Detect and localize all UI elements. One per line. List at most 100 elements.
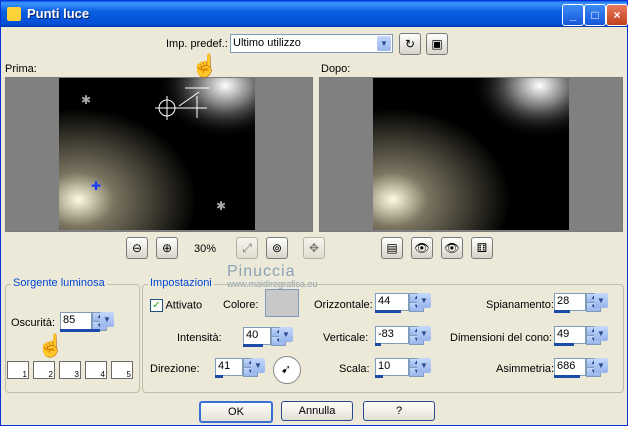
vertical-dropdown-button[interactable]: ▼ — [417, 326, 431, 341]
horizontal-value: 44 — [378, 295, 391, 307]
title-bar[interactable]: Punti luce _ □ × — [1, 1, 628, 27]
navigate-button[interactable]: ⊚ — [266, 237, 288, 259]
intensity-label: Intensità: — [177, 332, 222, 344]
asymmetry-level-bar — [554, 375, 580, 378]
minimize-button[interactable]: _ — [562, 4, 584, 26]
cone-size-level-bar — [554, 343, 574, 346]
refresh-icon: ↻ — [404, 37, 416, 51]
cone-size-value: 49 — [557, 328, 570, 340]
dialog-window: Punti luce _ □ × Imp. predef.: Ultimo ut… — [0, 0, 628, 426]
light-marker-icon[interactable]: ✱ — [216, 199, 226, 213]
asymmetry-label: Asimmetria: — [496, 363, 555, 375]
zoom-out-button[interactable]: ⊖ — [126, 237, 148, 259]
darkness-spinner[interactable]: 85 ▲ ▼ ▼ — [60, 312, 115, 332]
before-preview-image[interactable]: ✱ ✚ ✱ — [59, 78, 255, 230]
scale-dropdown-button[interactable]: ▼ — [417, 358, 431, 373]
scale-input[interactable]: 10 — [375, 358, 409, 376]
after-preview — [319, 77, 623, 232]
light-marker-icon[interactable]: ✱ — [81, 93, 91, 107]
scale-level-bar — [375, 375, 383, 378]
toggle-preview-button[interactable]: ▤ — [381, 237, 403, 259]
vertical-spinner[interactable]: -83 ▲ ▼ ▼ — [375, 326, 431, 346]
cone-size-dropdown-button[interactable]: ▼ — [594, 326, 608, 341]
help-button[interactable]: ? — [363, 401, 435, 421]
color-swatch[interactable] — [265, 289, 299, 317]
chevron-down-icon[interactable]: ▼ — [377, 36, 391, 51]
preset-label: Imp. predef.: — [166, 38, 228, 50]
direction-dial[interactable]: ➹ — [273, 356, 301, 384]
light-source-legend: Sorgente luminosa — [11, 277, 107, 289]
light-preset-1[interactable]: 1 — [7, 361, 29, 379]
zoom-level: 30% — [194, 243, 217, 255]
active-light-marker-icon[interactable]: ✚ — [91, 179, 101, 193]
horizontal-level-bar — [375, 310, 401, 313]
close-button[interactable]: × — [606, 4, 628, 26]
direction-value: 41 — [218, 360, 231, 372]
color-label: Colore: — [223, 299, 259, 311]
horizontal-input[interactable]: 44 — [375, 293, 409, 311]
ok-button[interactable]: OK — [199, 401, 273, 423]
cone-size-label: Dimensioni del cono: — [450, 332, 553, 344]
auto-proof-button[interactable]: 👁 — [441, 237, 463, 259]
magnifier-plus-icon: ⊕ — [161, 241, 173, 255]
eye-lock-icon: 👁 — [414, 241, 430, 255]
enabled-checkbox-wrap[interactable]: ✓ Attivato — [150, 299, 202, 312]
window-title: Punti luce — [27, 6, 90, 21]
maximize-button[interactable]: □ — [584, 4, 606, 26]
light-preset-5[interactable]: 5 — [111, 361, 133, 379]
save-preset-button[interactable]: ▣ — [426, 33, 448, 55]
before-label: Prima: — [5, 63, 37, 75]
after-label: Dopo: — [321, 63, 351, 75]
direction-spinner[interactable]: 41 ▲ ▼ ▼ — [215, 358, 265, 378]
darkness-input[interactable]: 85 — [60, 312, 92, 330]
intensity-dropdown-button[interactable]: ▼ — [279, 327, 293, 342]
horizontal-dropdown-button[interactable]: ▼ — [417, 293, 431, 308]
smoothing-dropdown-button[interactable]: ▼ — [594, 293, 608, 308]
preview-panel-icon: ▤ — [386, 241, 398, 255]
cancel-button[interactable]: Annulla — [281, 401, 353, 421]
proof-button[interactable]: 👁 — [411, 237, 433, 259]
dice-icon: ⚅ — [476, 241, 488, 255]
direction-dropdown-button[interactable]: ▼ — [251, 358, 265, 373]
vertical-label: Verticale: — [323, 332, 369, 344]
scale-spinner[interactable]: 10 ▲ ▼ ▼ — [375, 358, 431, 378]
horizontal-label: Orizzontale: — [314, 299, 373, 311]
smoothing-level-bar — [554, 310, 570, 313]
light-preset-4[interactable]: 4 — [85, 361, 107, 379]
asymmetry-dropdown-button[interactable]: ▼ — [594, 358, 608, 373]
asymmetry-value: 686 — [557, 360, 576, 372]
direction-needle-icon: ➹ — [281, 362, 292, 376]
randomize-button[interactable]: ⚅ — [471, 237, 493, 259]
pan-button[interactable]: ✥ — [303, 237, 325, 259]
smoothing-input[interactable]: 28 — [554, 293, 586, 311]
enabled-label: Attivato — [165, 299, 203, 312]
scale-label: Scala: — [339, 363, 370, 375]
darkness-dropdown-button[interactable]: ▼ — [100, 312, 114, 327]
cone-size-spinner[interactable]: 49 ▲ ▼ ▼ — [554, 326, 610, 346]
intensity-spinner[interactable]: 40 ▲ ▼ ▼ — [243, 327, 293, 347]
zoom-fit-button[interactable]: ⤢ — [236, 237, 258, 259]
app-icon — [7, 7, 21, 21]
darkness-value: 85 — [63, 314, 76, 326]
preset-dropdown[interactable]: Ultimo utilizzo ▼ — [230, 34, 393, 53]
light-preset-3[interactable]: 3 — [59, 361, 81, 379]
scale-value: 10 — [378, 360, 391, 372]
cone-size-input[interactable]: 49 — [554, 326, 586, 344]
light-preset-2[interactable]: 2 — [33, 361, 55, 379]
pointer-hand-icon: ☝ — [191, 53, 219, 78]
asymmetry-input[interactable]: 686 — [554, 358, 586, 376]
vertical-level-bar — [375, 343, 381, 346]
intensity-input[interactable]: 40 — [243, 327, 271, 345]
reset-preset-button[interactable]: ↻ — [399, 33, 421, 55]
after-preview-image — [373, 78, 569, 230]
magnifier-minus-icon: ⊖ — [131, 241, 143, 255]
before-preview[interactable]: ✱ ✚ ✱ — [5, 77, 313, 232]
vertical-input[interactable]: -83 — [375, 326, 409, 344]
horizontal-spinner[interactable]: 44 ▲ ▼ ▼ — [375, 293, 431, 313]
smoothing-spinner[interactable]: 28 ▲ ▼ ▼ — [554, 293, 610, 313]
direction-input[interactable]: 41 — [215, 358, 243, 376]
asymmetry-spinner[interactable]: 686 ▲ ▼ ▼ — [554, 358, 610, 378]
enabled-checkbox[interactable]: ✓ — [150, 299, 163, 312]
zoom-in-button[interactable]: ⊕ — [156, 237, 178, 259]
preset-value: Ultimo utilizzo — [233, 37, 301, 49]
